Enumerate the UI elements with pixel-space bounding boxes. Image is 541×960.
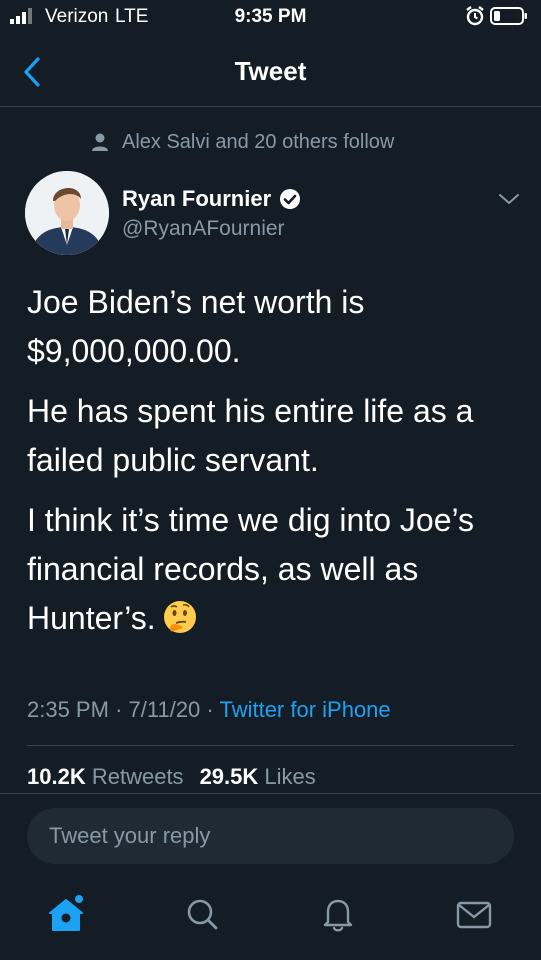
tab-messages[interactable] <box>454 894 494 934</box>
thinking-face-emoji <box>163 601 196 633</box>
tweet-time: 2:35 PM <box>27 697 109 722</box>
avatar[interactable] <box>25 171 109 255</box>
tweet-paragraph: He has spent his entire life as a failed… <box>27 393 474 478</box>
reply-input[interactable]: Tweet your reply <box>27 808 514 864</box>
likes-label: Likes <box>264 764 316 789</box>
retweets-label: Retweets <box>91 764 184 789</box>
envelope-icon <box>456 901 492 929</box>
battery-icon <box>490 7 527 25</box>
author-row: Ryan Fournier @RyanAFournier <box>25 171 525 261</box>
tweet-paragraph: Joe Biden’s net worth is $9,000,000.00. <box>27 284 365 369</box>
chevron-down-icon[interactable] <box>497 191 521 207</box>
tweet-paragraph: I think it’s time we dig into Joe’s fina… <box>27 496 517 643</box>
retweets-stat[interactable]: 10.2K Retweets <box>27 764 184 789</box>
tweet-stats: 10.2K Retweets 29.5K Likes <box>27 764 316 790</box>
home-icon <box>49 895 83 931</box>
status-clock: 9:35 PM <box>234 6 307 27</box>
tweet-text: Joe Biden’s net worth is $9,000,000.00. … <box>27 278 517 654</box>
social-context[interactable]: Alex Salvi and 20 others follow <box>90 130 394 154</box>
retweets-count: 10.2K <box>27 764 86 789</box>
status-bar: Verizon LTE 9:35 PM <box>0 0 541 36</box>
tab-notifications[interactable] <box>318 894 358 934</box>
divider <box>0 793 541 794</box>
tweet-paragraph-text: I think it’s time we dig into Joe’s fina… <box>27 502 475 636</box>
alarm-icon <box>466 6 484 26</box>
avatar-image <box>25 171 109 255</box>
tweet-meta: 2:35 PM · 7/11/20 · Twitter for iPhone <box>27 697 391 723</box>
author-name[interactable]: Ryan Fournier <box>122 186 301 212</box>
divider <box>27 745 514 746</box>
meta-separator: · <box>206 697 214 722</box>
meta-separator: · <box>115 697 123 722</box>
page-title: Tweet <box>234 56 307 86</box>
likes-count: 29.5K <box>199 764 259 789</box>
search-icon <box>187 899 218 930</box>
tweet-source-link[interactable]: Twitter for iPhone <box>219 697 390 722</box>
social-context-text: Alex Salvi and 20 others follow <box>122 130 395 153</box>
verified-badge-icon <box>280 189 301 209</box>
bell-icon <box>323 899 353 932</box>
tab-home[interactable] <box>46 894 86 934</box>
tab-search[interactable] <box>182 894 222 934</box>
author-name-text: Ryan Fournier <box>122 186 272 211</box>
tab-bar <box>0 880 541 960</box>
person-icon <box>92 133 108 151</box>
author-handle[interactable]: @RyanAFournier <box>122 217 285 241</box>
likes-stat[interactable]: 29.5K Likes <box>200 764 316 789</box>
reply-placeholder: Tweet your reply <box>49 823 211 848</box>
tweet-date: 7/11/20 <box>128 697 201 722</box>
nav-bar: Tweet <box>0 36 541 107</box>
